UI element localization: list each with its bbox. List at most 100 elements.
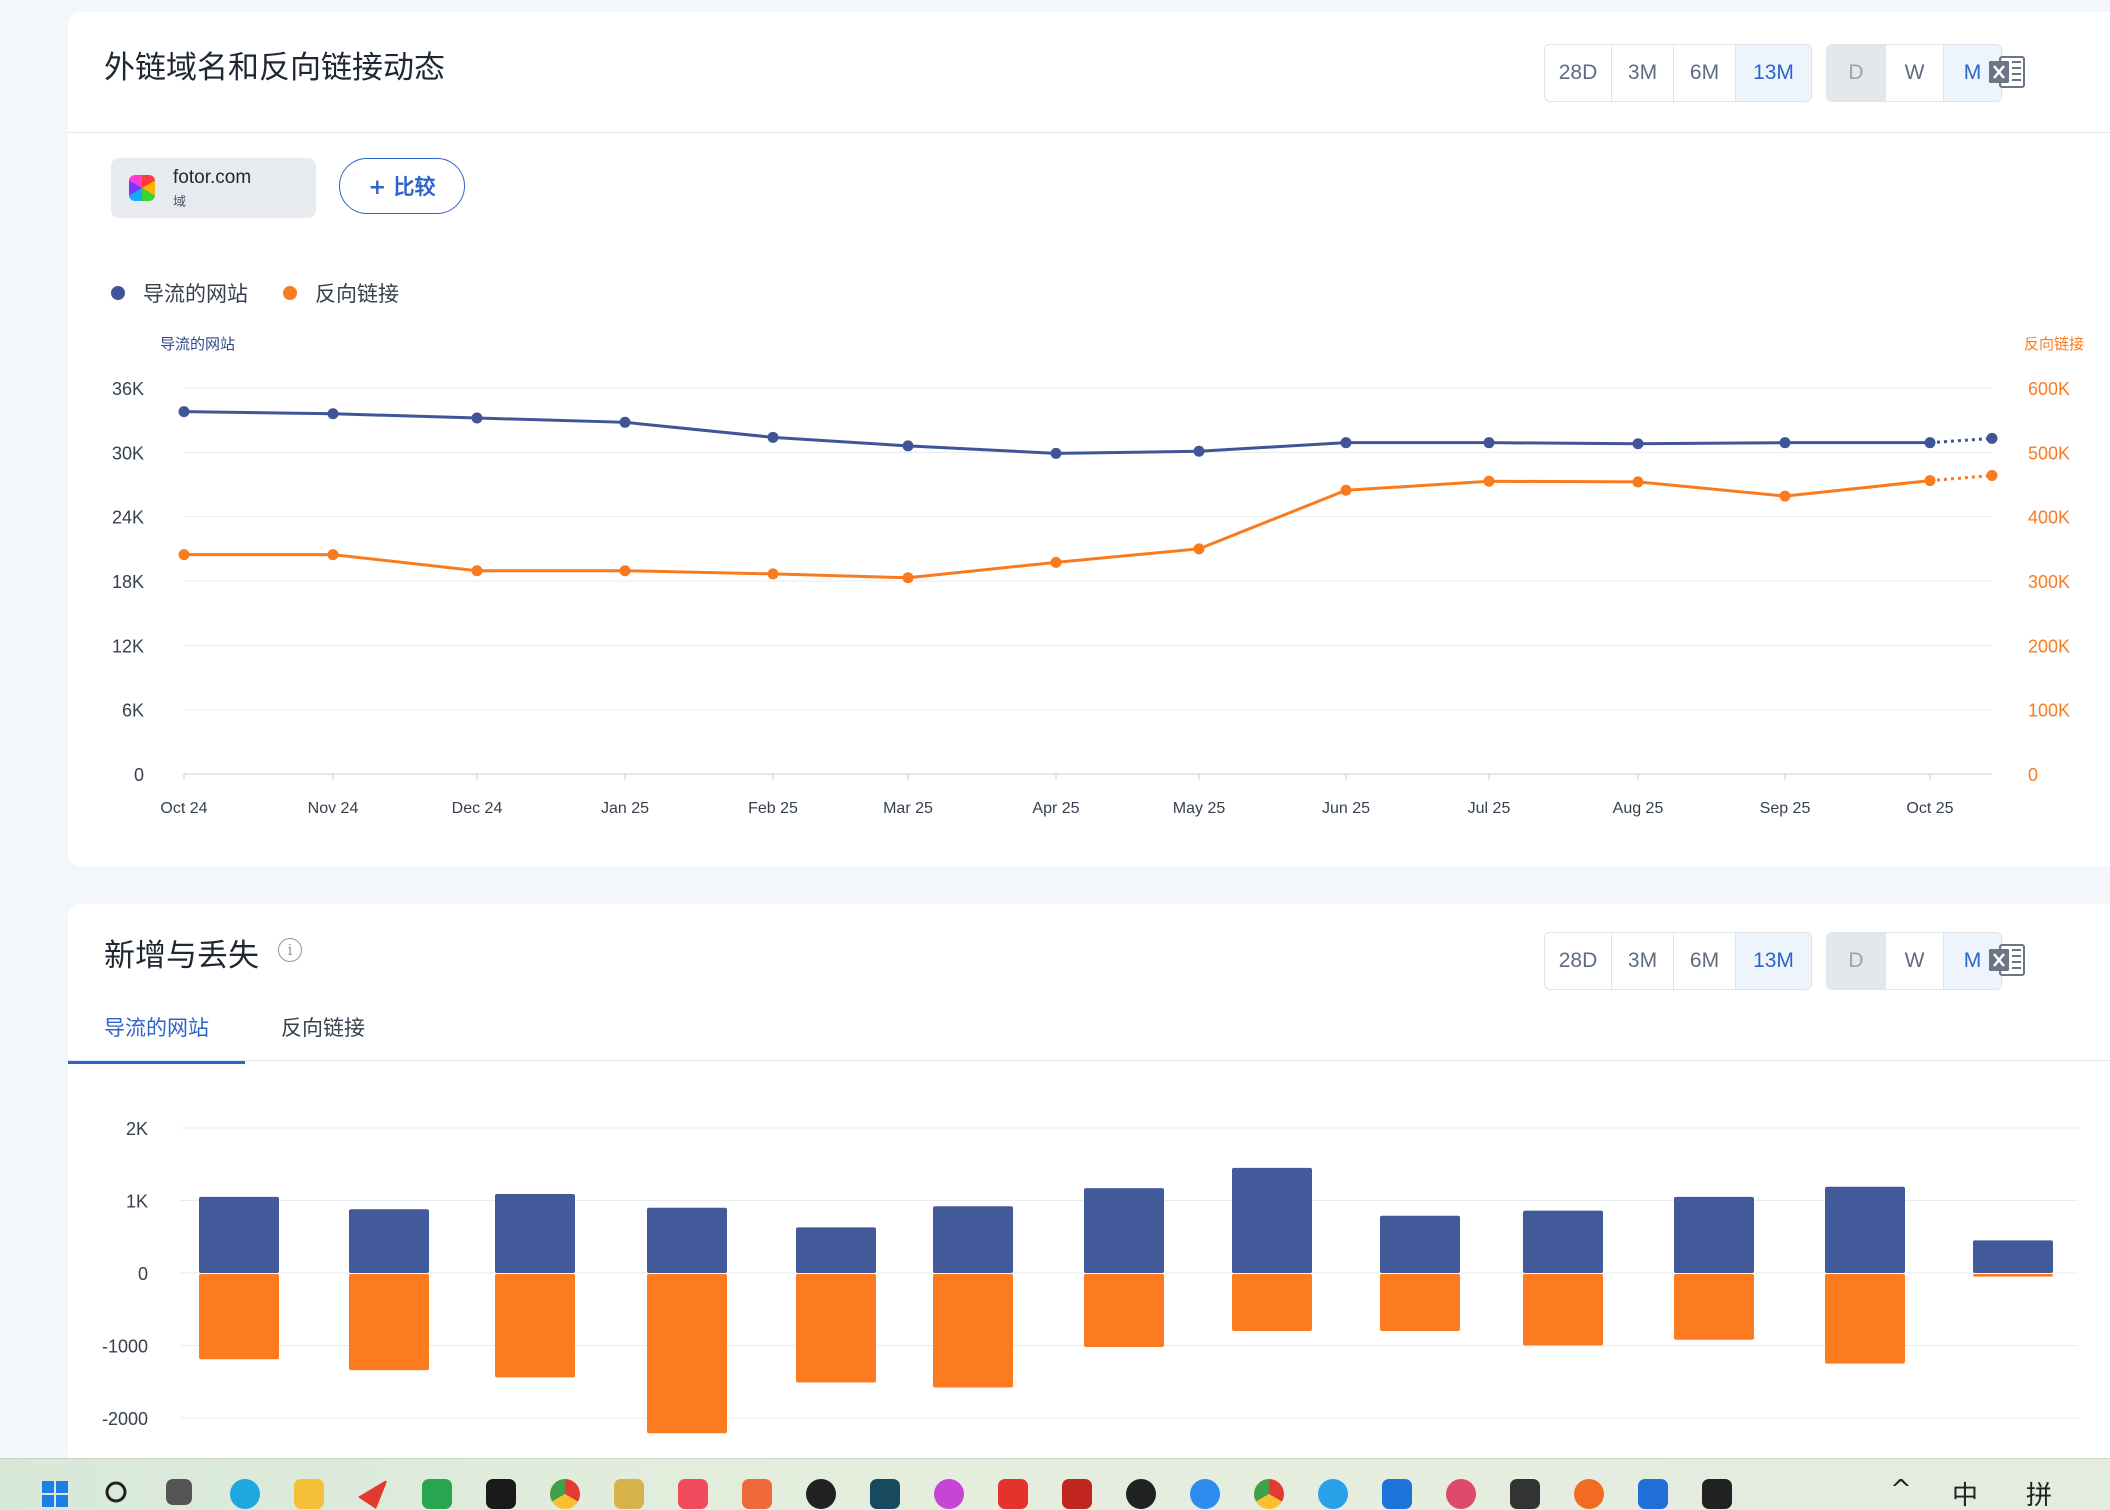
data-point bbox=[327, 549, 339, 561]
bar-new bbox=[933, 1206, 1013, 1273]
data-point bbox=[619, 565, 631, 577]
data-point bbox=[1483, 437, 1495, 449]
x-tick-label: Jun 25 bbox=[1322, 800, 1370, 817]
app-icon[interactable] bbox=[1574, 1479, 1604, 1509]
bar-lost bbox=[1825, 1274, 1905, 1364]
datagrip-icon[interactable] bbox=[486, 1479, 516, 1509]
ime-mode[interactable]: 拼 bbox=[2026, 1475, 2052, 1510]
search-icon[interactable] bbox=[103, 1479, 133, 1509]
app-icon[interactable] bbox=[870, 1479, 900, 1509]
windows-start-icon[interactable] bbox=[40, 1479, 70, 1509]
right-axis-tick: 100K bbox=[2028, 701, 2070, 721]
data-point bbox=[1779, 490, 1791, 502]
right-axis-tick: 300K bbox=[2028, 572, 2070, 592]
file-explorer-icon[interactable] bbox=[294, 1479, 324, 1509]
app-icon[interactable] bbox=[1126, 1479, 1156, 1509]
bar-lost bbox=[1674, 1274, 1754, 1340]
x-tick-label: Dec 24 bbox=[452, 800, 503, 817]
data-point bbox=[902, 440, 914, 452]
data-point bbox=[902, 572, 914, 584]
terminal-icon[interactable] bbox=[1510, 1479, 1540, 1509]
new-and-lost-card: 新增与丢失 i 28D 3M 6M 13M D W M 导流的网站 反向链接 2… bbox=[68, 904, 2110, 1464]
app-icon[interactable] bbox=[1446, 1479, 1476, 1509]
left-axis-tick: 18K bbox=[112, 572, 144, 592]
data-point bbox=[1050, 447, 1062, 459]
x-tick-label: May 25 bbox=[1173, 800, 1226, 817]
bar-lost bbox=[349, 1274, 429, 1371]
left-axis-tick: 36K bbox=[112, 379, 144, 399]
data-point bbox=[767, 568, 779, 580]
data-point bbox=[619, 416, 631, 428]
data-point bbox=[327, 408, 339, 420]
backlink-dynamics-card: 外链域名和反向链接动态 28D 3M 6M 13M D W M fotor.co… bbox=[68, 12, 2110, 866]
data-point bbox=[1483, 475, 1495, 487]
y-axis-tick: -2000 bbox=[102, 1409, 148, 1429]
projected-segment bbox=[1929, 473, 1993, 483]
series-line bbox=[183, 410, 1930, 455]
data-point bbox=[1632, 438, 1644, 450]
app-icon[interactable] bbox=[422, 1479, 452, 1509]
ime-language[interactable]: 中 bbox=[1952, 1475, 1978, 1510]
app-icon[interactable] bbox=[1190, 1479, 1220, 1509]
x-tick-label: Feb 25 bbox=[748, 800, 798, 817]
bar-new bbox=[1973, 1240, 2053, 1273]
chrome-icon[interactable] bbox=[1254, 1479, 1284, 1509]
data-point bbox=[471, 412, 483, 424]
left-axis-tick: 30K bbox=[112, 443, 144, 463]
left-axis-tick: 12K bbox=[112, 636, 144, 656]
tray-chevron-icon[interactable]: ^ bbox=[1890, 1475, 1912, 1505]
left-axis-tick: 24K bbox=[112, 508, 144, 528]
chrome-icon[interactable] bbox=[550, 1479, 580, 1509]
y-axis-tick: 2K bbox=[126, 1119, 148, 1139]
x-tick-label: Oct 25 bbox=[1906, 800, 1953, 817]
wps-icon[interactable] bbox=[998, 1479, 1028, 1509]
app-icon[interactable] bbox=[1318, 1479, 1348, 1509]
bar-lost bbox=[1380, 1274, 1460, 1331]
bar-chart: 2K 1K 0 -1000 -2000 bbox=[102, 1119, 2078, 1434]
data-point bbox=[1986, 469, 1998, 481]
bar-lost bbox=[1232, 1274, 1312, 1331]
bar-new bbox=[349, 1209, 429, 1273]
task-view-icon[interactable] bbox=[166, 1479, 192, 1505]
bar-new bbox=[647, 1207, 727, 1273]
y-axis-tick: 1K bbox=[126, 1192, 148, 1212]
edge-icon[interactable] bbox=[230, 1479, 260, 1509]
x-tick-label: Oct 24 bbox=[160, 800, 207, 817]
y-axis-tick: -1000 bbox=[102, 1337, 148, 1357]
app-icon[interactable] bbox=[1638, 1479, 1668, 1509]
bar-lost bbox=[1523, 1274, 1603, 1346]
left-axis-label: 导流的网站 bbox=[160, 336, 235, 353]
right-axis-tick: 500K bbox=[2028, 443, 2070, 463]
x-tick-label: Sep 25 bbox=[1760, 800, 1811, 817]
bar-new bbox=[495, 1193, 575, 1273]
bar-lost bbox=[933, 1274, 1013, 1388]
bar-lost bbox=[796, 1274, 876, 1383]
bar-new bbox=[1232, 1167, 1312, 1273]
data-point bbox=[1050, 556, 1062, 568]
bar-lost bbox=[199, 1274, 279, 1360]
bar-new bbox=[1825, 1186, 1905, 1273]
app-icon[interactable] bbox=[678, 1479, 708, 1509]
send-icon[interactable] bbox=[358, 1479, 388, 1509]
data-point bbox=[1924, 475, 1936, 487]
bar-new bbox=[1380, 1215, 1460, 1273]
app-icon[interactable] bbox=[614, 1479, 644, 1509]
windows-taskbar: ^ 中 拼 bbox=[0, 1458, 2110, 1510]
data-point bbox=[1924, 437, 1936, 449]
right-axis-tick: 400K bbox=[2028, 508, 2070, 528]
x-tick-label: Nov 24 bbox=[308, 800, 359, 817]
app-icon[interactable] bbox=[934, 1479, 964, 1509]
right-axis-label: 反向链接 bbox=[2024, 336, 2084, 353]
app-icon[interactable] bbox=[1382, 1479, 1412, 1509]
data-point bbox=[1340, 484, 1352, 496]
panda-icon[interactable] bbox=[806, 1479, 836, 1509]
bar-lost bbox=[495, 1274, 575, 1378]
app-icon[interactable] bbox=[742, 1479, 772, 1509]
data-point bbox=[1779, 437, 1791, 449]
bar-new bbox=[1674, 1196, 1754, 1273]
app-icon[interactable] bbox=[1702, 1479, 1732, 1509]
bar-lost bbox=[647, 1274, 727, 1434]
app-icon[interactable] bbox=[1062, 1479, 1092, 1509]
bar-new bbox=[1084, 1188, 1164, 1273]
left-axis-tick: 0 bbox=[134, 765, 144, 785]
